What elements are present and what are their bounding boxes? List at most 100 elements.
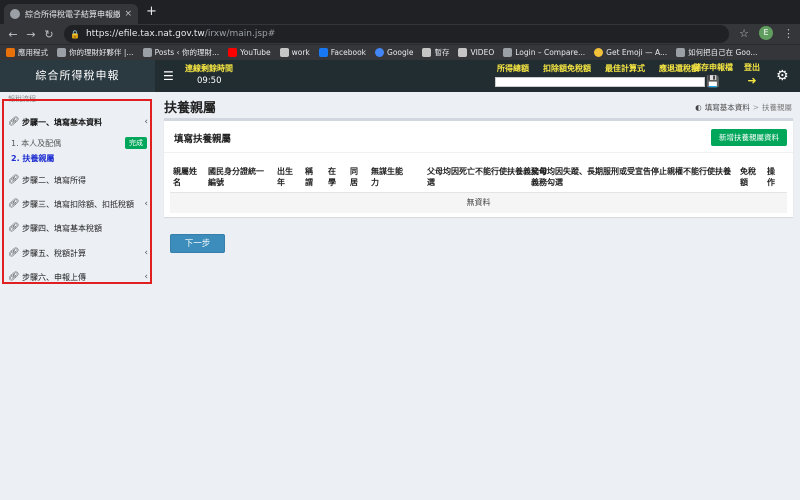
link-icon: 🔗︎ xyxy=(8,248,20,258)
hamburger-icon[interactable]: ☰ xyxy=(163,69,174,83)
grid-icon xyxy=(6,48,15,57)
timer-label: 連線剩餘時間 xyxy=(185,64,233,73)
url-path: /irxw/main.jsp# xyxy=(204,29,276,39)
bookmark-item[interactable]: Facebook xyxy=(318,48,366,57)
substep-label: 1. 本人及配偶 xyxy=(11,138,62,148)
sidebar-step-label: 步驟一、填寫基本資料 xyxy=(22,117,102,127)
panel-divider xyxy=(164,152,793,153)
bookmark-item[interactable]: 暫存 xyxy=(422,47,449,58)
bookmark-item[interactable]: Get Emoji — A... xyxy=(594,48,667,57)
bookmark-item[interactable]: Posts ‹ 你的理財... xyxy=(142,47,219,58)
logout-button[interactable]: 登出 ➜ xyxy=(744,62,760,87)
google-icon xyxy=(375,48,385,57)
bookmark-item[interactable]: Login – Compare... xyxy=(503,48,585,57)
bookmark-item[interactable]: 如何把自己在 Goo... xyxy=(676,47,758,58)
chevron-left-icon: ‹ xyxy=(144,248,148,258)
url-host: https://efile.tax.nat.gov.tw xyxy=(85,29,205,39)
sidebar-step-1[interactable]: 🔗︎ 步驟一、填寫基本資料 ‹ xyxy=(8,112,148,132)
status-badge: 完成 xyxy=(125,137,147,149)
new-tab-icon[interactable]: + xyxy=(146,5,157,19)
menu-dots-icon[interactable]: ⋮ xyxy=(783,27,794,40)
col-header-actions: 操作 xyxy=(767,167,775,187)
dashboard-icon: ◐ xyxy=(695,103,702,112)
page-title: 扶養親屬 xyxy=(164,101,217,116)
table-empty-row: 無資料 xyxy=(170,193,787,213)
breadcrumb: ◐ 填寫基本資料 > 扶養親屬 xyxy=(695,102,792,113)
header-link-best-calc[interactable]: 最佳計算式 xyxy=(605,63,645,74)
next-step-button[interactable]: 下一步 xyxy=(170,234,225,253)
close-icon[interactable]: × xyxy=(124,9,132,19)
sidebar-step-2[interactable]: 🔗︎ 步驟二、填寫所得 xyxy=(8,170,148,190)
forward-icon[interactable]: → xyxy=(22,28,40,41)
sidebar-step-label: 步驟二、填寫所得 xyxy=(22,175,86,185)
sidebar-step-6[interactable]: 🔗︎ 步驟六、申報上傳 ‹ xyxy=(8,267,148,287)
link-icon: 🔗︎ xyxy=(8,175,20,185)
tab-title: 綜合所得稅電子結算申報繳稅系 xyxy=(25,9,121,19)
timer-value: 09:50 xyxy=(197,76,222,86)
address-bar[interactable]: 🔒 https://efile.tax.nat.gov.tw /irxw/mai… xyxy=(64,25,729,43)
bookmark-item[interactable]: Google xyxy=(375,48,413,57)
col-header-name: 親屬姓名 xyxy=(173,167,197,187)
facebook-icon xyxy=(318,48,328,57)
sidebar-step-4[interactable]: 🔗︎ 步驟四、填寫基本稅額 xyxy=(8,218,148,238)
reload-icon[interactable]: ↻ xyxy=(40,28,58,41)
save-label: 儲存申報檔 xyxy=(693,63,733,72)
sidebar-substep-dependents[interactable]: 2. 扶養親屬 xyxy=(11,153,147,164)
col-header-in-school: 在學 xyxy=(328,167,336,187)
col-header-relation: 稱謂 xyxy=(305,167,313,187)
globe-icon xyxy=(10,9,20,19)
chevron-left-icon: ‹ xyxy=(144,199,148,209)
gear-icon[interactable]: ⚙ xyxy=(776,68,789,84)
emoji-icon xyxy=(594,48,604,57)
link-icon: 🔗︎ xyxy=(8,199,20,209)
sidebar-step-3[interactable]: 🔗︎ 步驟三、填寫扣除額、扣抵稅額 ‹ xyxy=(8,194,148,214)
col-header-parents-missing: 父母均因失蹤、長期服刑或受宣告停止親權不能行使扶養義務勾選 xyxy=(531,167,731,187)
sidebar-step-label: 步驟四、填寫基本稅額 xyxy=(22,223,102,233)
sidebar-step-label: 步驟六、申報上傳 xyxy=(22,272,86,282)
bookmark-item[interactable]: work xyxy=(279,48,310,57)
browser-toolbar: ← → ↻ 🔒 https://efile.tax.nat.gov.tw /ir… xyxy=(0,24,800,44)
logout-icon: ➜ xyxy=(747,74,757,87)
lock-icon: 🔒 xyxy=(70,29,80,39)
col-header-no-livelihood: 無謀生能力 xyxy=(371,167,403,187)
sidebar: 報稅流程 🔗︎ 步驟一、填寫基本資料 ‹ 1. 本人及配偶 完成 2. 扶養親屬… xyxy=(0,92,155,500)
bookmark-item[interactable]: YouTube xyxy=(228,48,271,57)
avatar[interactable]: E xyxy=(759,26,773,40)
folder-icon xyxy=(279,48,289,57)
sidebar-step-label: 步驟三、填寫扣除額、扣抵稅額 xyxy=(22,199,134,209)
header-link-deductions[interactable]: 扣除額免稅額 xyxy=(543,63,591,74)
col-header-exemption: 免稅額 xyxy=(740,167,756,187)
breadcrumb-separator: > xyxy=(752,103,759,112)
logout-label: 登出 xyxy=(744,63,760,72)
sidebar-substep-self-spouse[interactable]: 1. 本人及配偶 完成 xyxy=(11,137,147,149)
substep-label: 2. 扶養親屬 xyxy=(11,154,55,163)
header-link-total-income[interactable]: 所得總額 xyxy=(497,63,529,74)
sidebar-step-5[interactable]: 🔗︎ 步驟五、稅額計算 ‹ xyxy=(8,243,148,263)
dependents-panel: 填寫扶養親屬 新增扶養親屬資料 親屬姓名 國民身分證統一編號 出生年 稱謂 在學… xyxy=(164,118,793,217)
page-icon xyxy=(142,48,152,57)
bookmark-item[interactable]: VIDEO xyxy=(458,48,494,57)
col-header-cohabit: 同居 xyxy=(350,167,358,187)
save-button[interactable]: 儲存申報檔 💾 xyxy=(693,62,733,88)
summary-bar xyxy=(495,77,705,87)
app-header: 綜合所得稅申報 ☰ 連線剩餘時間 09:50 所得總額 扣除額免稅額 最佳計算式… xyxy=(0,60,800,92)
youtube-icon xyxy=(228,48,238,57)
folder-icon xyxy=(422,48,432,57)
link-icon: 🔗︎ xyxy=(8,272,20,282)
breadcrumb-home[interactable]: 填寫基本資料 xyxy=(705,102,750,113)
browser-tab[interactable]: 綜合所得稅電子結算申報繳稅系 × xyxy=(4,4,138,24)
browser-tab-bar: 綜合所得稅電子結算申報繳稅系 × + xyxy=(0,0,800,24)
send-icon xyxy=(676,48,686,57)
chevron-left-icon: ‹ xyxy=(144,272,148,282)
col-header-parents-deceased: 父母均因死亡不能行使扶養義務勾選 xyxy=(427,167,547,187)
breadcrumb-current: 扶養親屬 xyxy=(762,103,792,112)
add-dependent-button[interactable]: 新增扶養親屬資料 xyxy=(711,129,787,146)
back-icon[interactable]: ← xyxy=(4,28,22,41)
star-icon[interactable]: ☆ xyxy=(739,27,749,40)
link-icon: 🔗︎ xyxy=(8,117,20,127)
bookmark-item[interactable]: 你的理財好夥伴 |... xyxy=(57,47,134,58)
save-icon: 💾 xyxy=(706,75,720,88)
link-icon: 🔗︎ xyxy=(8,223,20,233)
chevron-left-icon: ‹ xyxy=(144,117,148,127)
bookmark-item[interactable]: 應用程式 xyxy=(6,47,48,58)
